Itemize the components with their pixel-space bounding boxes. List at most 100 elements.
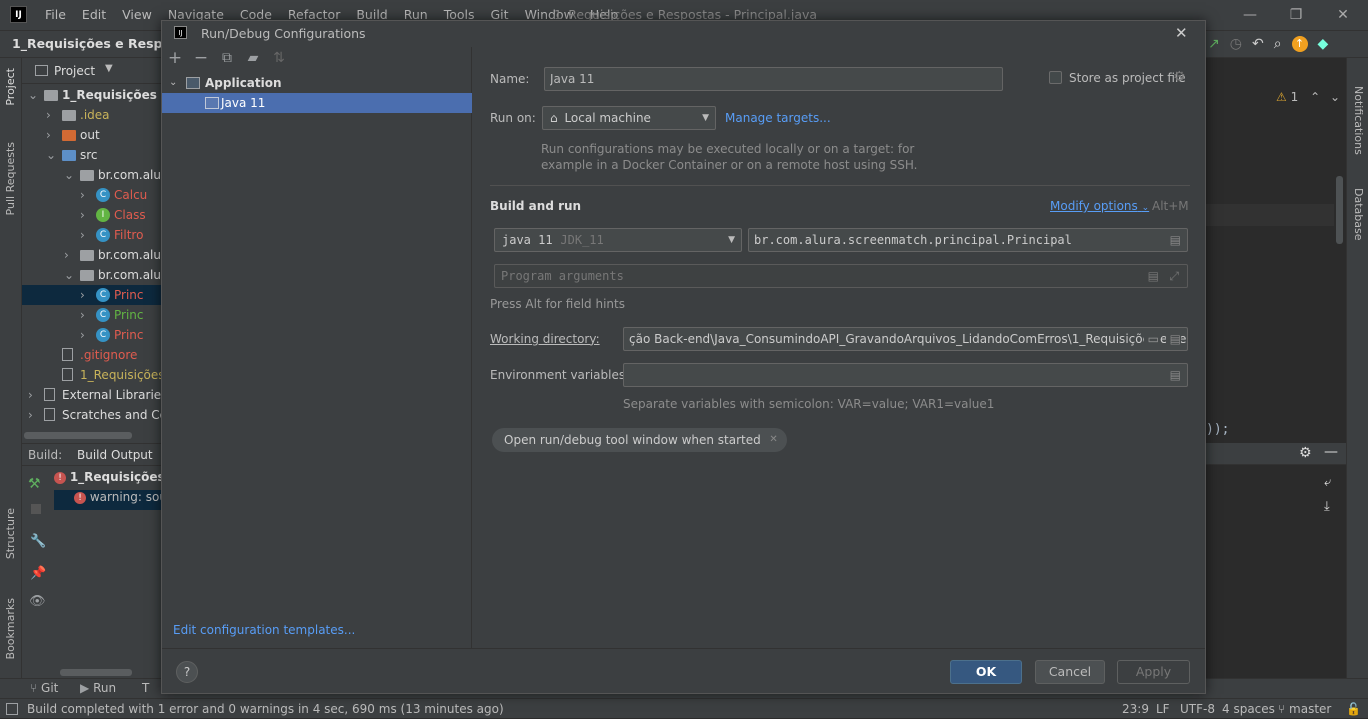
tree-node[interactable]: › br.com.alur [22, 245, 162, 265]
status-toggle-icon[interactable] [6, 703, 18, 715]
chevron-right-icon[interactable]: › [46, 125, 56, 145]
search-icon[interactable]: ⌕ [1274, 36, 1282, 52]
modify-options-button[interactable]: Modify options ⌄ [1050, 199, 1149, 213]
tool-notifications[interactable]: Notifications [1352, 86, 1365, 155]
tree-node[interactable]: › External Libraries [22, 385, 162, 405]
chevron-right-icon[interactable]: › [80, 285, 90, 305]
tree-node[interactable]: ⌄ br.com.alur [22, 265, 162, 285]
chevron-down-icon[interactable]: ⌄ [28, 85, 38, 105]
workdir-field[interactable]: ção Back-end\Java_ConsumindoAPI_Gravando… [623, 327, 1188, 351]
lock-icon[interactable]: 🔓 [1346, 699, 1361, 719]
build-hammer-icon[interactable]: ⚒ [28, 476, 41, 492]
close-window-button[interactable]: ✕ [1320, 0, 1366, 30]
help-button[interactable]: ? [176, 661, 198, 683]
horizontal-scrollbar[interactable] [60, 669, 132, 676]
chevron-right-icon[interactable]: › [80, 185, 90, 205]
line-separator[interactable]: LF [1156, 699, 1170, 719]
chevron-right-icon[interactable]: › [80, 325, 90, 345]
scroll-to-end-icon[interactable]: ⤓ [1324, 499, 1330, 514]
menu-edit[interactable]: Edit [74, 0, 114, 30]
build-result-row[interactable]: ! 1_Requisições 4 [54, 470, 162, 490]
tree-node[interactable]: ⌄ src [22, 145, 162, 165]
update-icon[interactable]: ↑ [1291, 36, 1308, 52]
chevron-right-icon[interactable]: › [28, 405, 38, 425]
tool-pull-requests[interactable]: Pull Requests [4, 142, 17, 215]
copy-icon[interactable]: ⧉ [219, 50, 235, 66]
stop-icon[interactable] [31, 504, 41, 514]
chevron-down-icon[interactable]: ⌄ [64, 165, 74, 185]
close-icon[interactable]: ✕ [769, 428, 777, 452]
file-encoding[interactable]: UTF-8 [1180, 699, 1215, 719]
add-icon[interactable]: + [167, 50, 183, 67]
ok-button[interactable]: OK [950, 660, 1022, 684]
store-checkbox[interactable] [1049, 71, 1062, 84]
chevron-right-icon[interactable]: › [64, 245, 74, 265]
chevron-right-icon[interactable]: › [80, 225, 90, 245]
tool-structure[interactable]: Structure [4, 508, 17, 559]
tree-node[interactable]: › C Princ [22, 325, 162, 345]
chevron-down-icon[interactable]: ⌄ [1330, 90, 1340, 104]
chevron-down-icon[interactable]: ▼ [105, 63, 113, 74]
wrench-icon[interactable]: 🔧 [30, 534, 46, 549]
warning-indicator[interactable]: ⚠ 1 ⌃ ⌄ [1276, 90, 1340, 104]
build-warning-row[interactable]: ! warning: sou [54, 490, 162, 510]
tree-node[interactable]: › C Calcu [22, 185, 162, 205]
minimize-button[interactable]: — [1227, 0, 1273, 30]
chevron-right-icon[interactable]: › [46, 105, 56, 125]
git-branch[interactable]: ⑂ master [1278, 699, 1331, 719]
tree-item-java11[interactable]: Java 11 [162, 93, 472, 113]
jetbrains-icon[interactable]: ◆ [1318, 36, 1329, 52]
browse-icon[interactable]: ▤ [1170, 364, 1181, 386]
soft-wrap-icon[interactable]: ⤶ [1324, 475, 1331, 490]
run-tab[interactable]: ▶ Run [80, 681, 116, 695]
browse-icon[interactable]: ▤ [1165, 328, 1181, 350]
history-icon[interactable]: ◷ [1230, 36, 1242, 52]
menu-file[interactable]: File [37, 0, 74, 30]
tree-node[interactable]: .gitignore [22, 345, 162, 365]
chevron-right-icon[interactable]: › [80, 205, 90, 225]
tool-window-option-chip[interactable]: Open run/debug tool window when started … [492, 428, 787, 452]
expand-icon[interactable]: ⤢ [1169, 265, 1179, 287]
tree-node[interactable]: › Scratches and Con [22, 405, 162, 425]
caret-position[interactable]: 23:9 [1122, 699, 1149, 719]
tool-database[interactable]: Database [1352, 188, 1365, 241]
status-message[interactable]: Build completed with 1 error and 0 warni… [27, 699, 504, 719]
tree-node[interactable]: › C Princ [22, 305, 162, 325]
tree-node[interactable]: › I Class [22, 205, 162, 225]
tree-node[interactable]: 1_Requisições e [22, 365, 162, 385]
indent-setting[interactable]: 4 spaces [1222, 699, 1275, 719]
rollback-icon[interactable]: ↶ [1252, 36, 1264, 52]
hide-icon[interactable]: — [1324, 444, 1338, 460]
chevron-right-icon[interactable]: › [80, 305, 90, 325]
cancel-button[interactable]: Cancel [1035, 660, 1105, 684]
project-panel-title[interactable]: Project [54, 64, 95, 78]
build-output-tab[interactable]: Build Output [77, 448, 153, 462]
chevron-right-icon[interactable]: › [28, 385, 38, 405]
run-on-select[interactable]: ⌂ Local machine ▼ [542, 106, 716, 130]
tool-bookmarks[interactable]: Bookmarks [4, 598, 17, 659]
chevron-down-icon[interactable]: ⌄ [46, 145, 56, 165]
git-tab[interactable]: ⑂ Git [30, 681, 58, 695]
tree-node[interactable]: › C Princ [22, 285, 162, 305]
name-input[interactable] [544, 67, 1003, 91]
apply-button[interactable]: Apply [1117, 660, 1190, 684]
editor-scrollbar[interactable] [1336, 176, 1343, 244]
env-field[interactable]: ▤ [623, 363, 1188, 387]
eye-icon[interactable]: 👁 [29, 594, 46, 609]
todo-tab[interactable]: T [142, 681, 149, 695]
gear-icon[interactable]: ⚙ [1173, 69, 1186, 85]
app-logo-icon[interactable]: IJ [10, 6, 27, 23]
edit-templates-link[interactable]: Edit configuration templates... [173, 623, 355, 637]
program-args-field[interactable]: Program arguments ▤ ⤢ [494, 264, 1188, 288]
tree-node[interactable]: › .idea [22, 105, 162, 125]
folder-icon[interactable]: ▭ [1143, 328, 1159, 350]
horizontal-scrollbar[interactable] [24, 432, 132, 439]
browse-icon[interactable]: ▤ [1148, 265, 1159, 287]
chevron-down-icon[interactable]: ⌄ [64, 265, 74, 285]
gear-icon[interactable]: ⚙ [1299, 445, 1312, 461]
tool-project[interactable]: Project [4, 68, 17, 106]
store-label[interactable]: Store as project file [1069, 71, 1186, 85]
pin-icon[interactable]: 📌 [30, 566, 46, 581]
chevron-down-icon[interactable]: ⌄ [169, 73, 177, 93]
vcs-push-icon[interactable]: ↗ [1208, 36, 1220, 52]
